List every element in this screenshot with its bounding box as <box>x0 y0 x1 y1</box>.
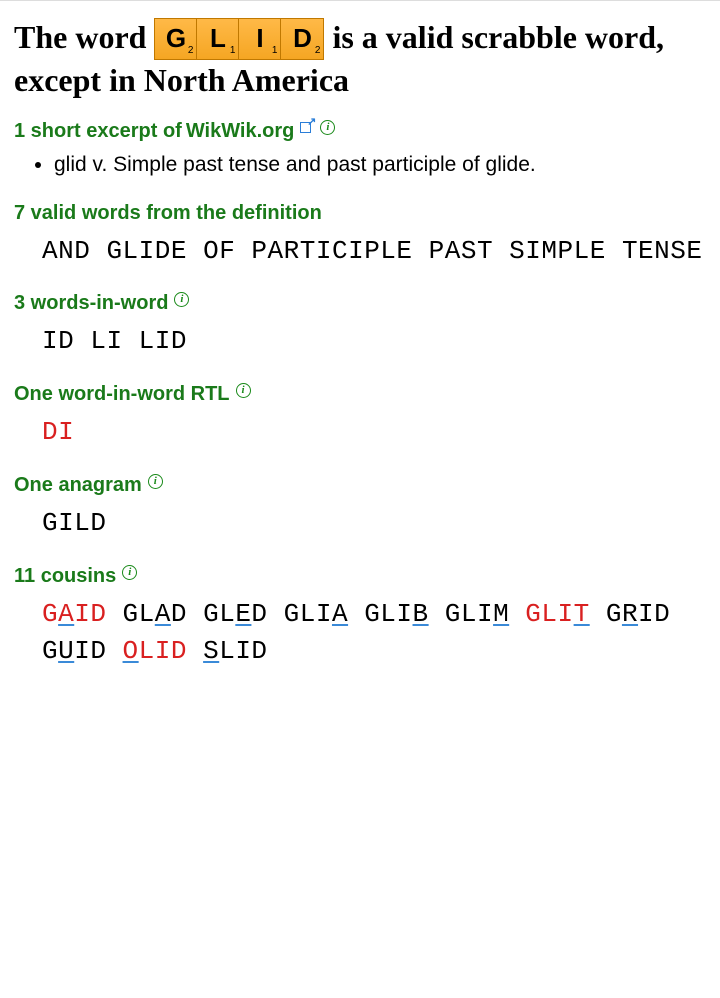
word-link[interactable]: GLIDE <box>106 236 187 266</box>
word-link[interactable]: GLIA <box>284 599 348 629</box>
word-link[interactable]: TENSE <box>622 236 703 266</box>
word-link[interactable]: OLID <box>123 636 187 666</box>
letter-tile: D2 <box>281 19 323 59</box>
word-link[interactable]: PARTICIPLE <box>251 236 412 266</box>
wikwik-link[interactable]: WikWik.org <box>186 120 295 143</box>
word-link[interactable]: SLID <box>203 636 267 666</box>
word-link[interactable]: GRID <box>606 599 670 629</box>
word-link[interactable]: GILD <box>42 508 106 538</box>
word-link[interactable]: SIMPLE <box>509 236 606 266</box>
valid-words-heading: 7 valid words from the definition <box>14 202 706 225</box>
excerpt-list: glid v. Simple past tense and past parti… <box>14 151 706 179</box>
word-link[interactable]: AND <box>42 236 90 266</box>
info-icon[interactable]: i <box>236 383 251 398</box>
external-link-icon <box>300 119 314 133</box>
excerpt-item: glid v. Simple past tense and past parti… <box>54 151 706 179</box>
excerpt-heading: 1 short excerpt of WikWik.org i <box>14 120 706 143</box>
word-link[interactable]: LI <box>90 326 122 356</box>
word-link[interactable]: GUID <box>42 636 106 666</box>
words-in-word-rtl-heading: One word-in-word RTL i <box>14 383 706 406</box>
info-icon[interactable]: i <box>320 120 335 135</box>
word-tiles: G2L1I1D2 <box>154 18 324 60</box>
info-icon[interactable]: i <box>122 565 137 580</box>
cousins-heading: 11 cousins i <box>14 565 706 588</box>
anagram-block: GILD <box>42 505 706 543</box>
page-title: The word G2L1I1D2 is a valid scrabble wo… <box>14 19 706 98</box>
cousins-block: GAID GLAD GLED GLIA GLIB GLIM GLIT GRID … <box>42 596 706 671</box>
excerpt-head-prefix: 1 short excerpt of <box>14 120 182 143</box>
word-link[interactable]: ID <box>42 326 74 356</box>
valid-words-block: AND GLIDE OF PARTICIPLE PAST SIMPLE TENS… <box>42 233 706 271</box>
word-link[interactable]: GLAD <box>123 599 187 629</box>
words-in-word-heading: 3 words-in-word i <box>14 292 706 315</box>
letter-tile: I1 <box>239 19 281 59</box>
letter-tile: G2 <box>155 19 197 59</box>
letter-tile: L1 <box>197 19 239 59</box>
words-in-word-rtl-block: DI <box>42 414 706 452</box>
info-icon[interactable]: i <box>148 474 163 489</box>
word-link[interactable]: GLIM <box>445 599 509 629</box>
anagram-heading: One anagram i <box>14 474 706 497</box>
word-link[interactable]: GLED <box>203 599 267 629</box>
word-link[interactable]: GLIB <box>364 599 428 629</box>
word-link[interactable]: OF <box>203 236 235 266</box>
word-link[interactable]: GAID <box>42 599 106 629</box>
words-in-word-block: ID LI LID <box>42 323 706 361</box>
title-prefix: The word <box>14 19 154 55</box>
word-link[interactable]: GLIT <box>525 599 589 629</box>
word-link[interactable]: DI <box>42 417 74 447</box>
word-link[interactable]: LID <box>139 326 187 356</box>
info-icon[interactable]: i <box>174 292 189 307</box>
word-link[interactable]: PAST <box>429 236 493 266</box>
